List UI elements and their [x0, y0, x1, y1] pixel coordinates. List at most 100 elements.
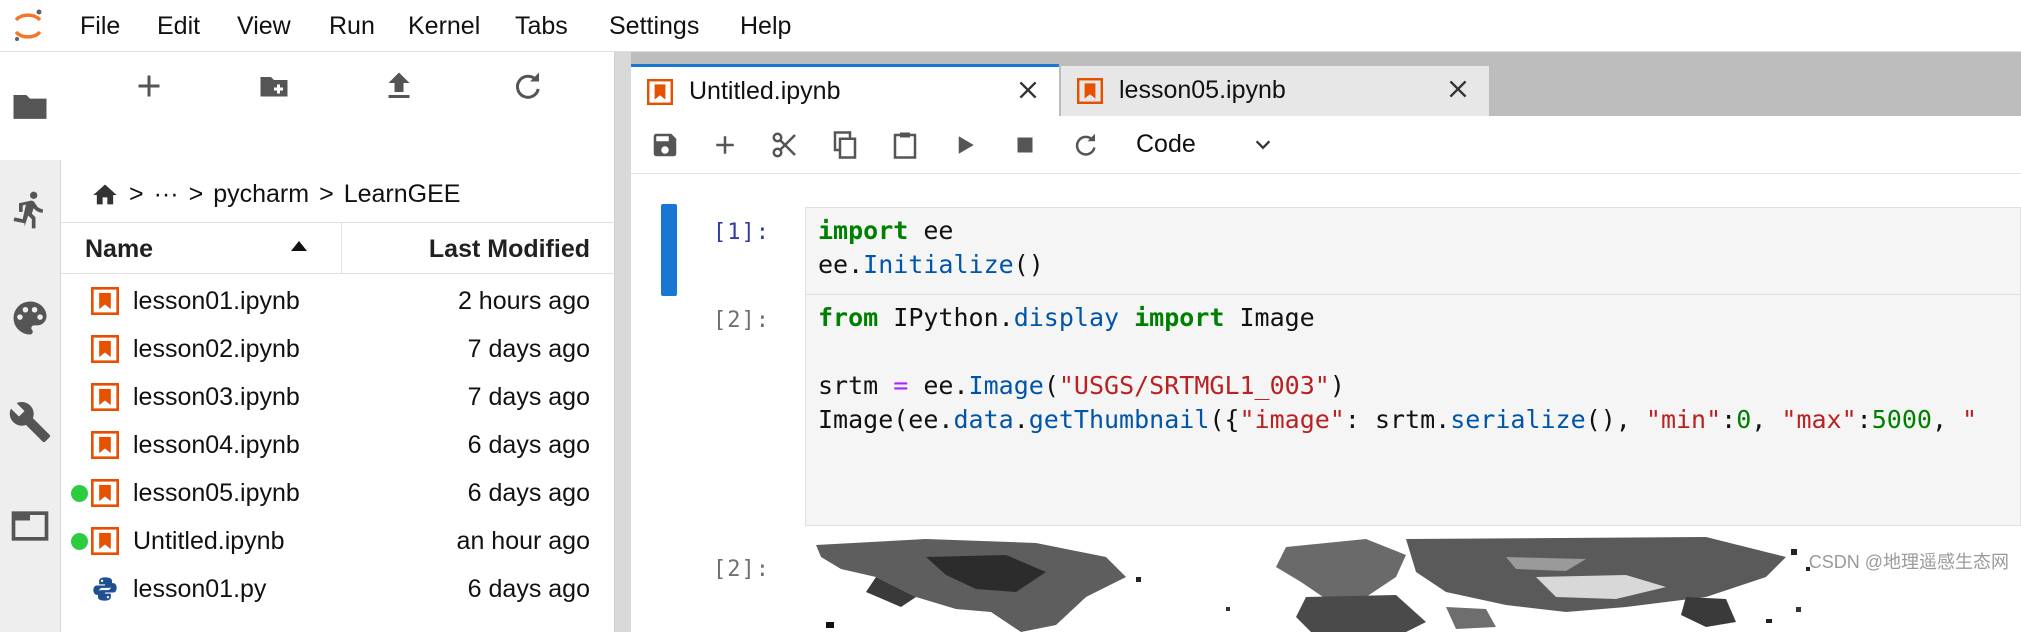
stop-icon[interactable]	[1010, 130, 1040, 160]
code-token: "USGS/SRTMGL1_003"	[1058, 371, 1330, 400]
tabs-icon[interactable]	[8, 504, 52, 548]
breadcrumb-pycharm[interactable]: pycharm	[213, 180, 309, 209]
upload-icon[interactable]	[381, 68, 417, 104]
notebook-icon	[91, 479, 119, 507]
code-token: (),	[1585, 405, 1646, 434]
paste-icon[interactable]	[890, 130, 920, 160]
cell-type-select[interactable]: Code	[1136, 128, 1286, 162]
file-browser: > ··· > pycharm > LearnGEE Name Last Mod…	[61, 52, 615, 632]
breadcrumb-learngee[interactable]: LearnGEE	[344, 180, 461, 209]
file-name: lesson02.ipynb	[133, 335, 300, 363]
running-indicator-icon	[71, 533, 88, 550]
code-token: display	[1013, 303, 1120, 332]
column-name-header[interactable]: Name	[85, 235, 153, 264]
tab-label: Untitled.ipynb	[689, 77, 841, 105]
code-cell-1[interactable]: import ee ee.Initialize()	[805, 207, 2021, 301]
file-name: lesson01.py	[133, 575, 267, 603]
menu-help[interactable]: Help	[740, 12, 791, 41]
output-prompt: [2]:	[713, 557, 770, 582]
menu-kernel[interactable]: Kernel	[408, 12, 480, 41]
column-divider[interactable]	[341, 223, 342, 273]
file-row[interactable]: lesson02.ipynb 7 days ago	[61, 325, 614, 373]
restart-icon[interactable]	[1070, 130, 1100, 160]
file-name: lesson04.ipynb	[133, 431, 300, 459]
code-token: serialize	[1450, 405, 1586, 434]
file-row[interactable]: lesson01.ipynb 2 hours ago	[61, 277, 614, 325]
menu-run[interactable]: Run	[329, 12, 375, 41]
menu-settings[interactable]: Settings	[609, 12, 699, 41]
code-token: "	[1962, 405, 1978, 434]
code-token: from	[818, 303, 879, 332]
notebook-icon	[91, 431, 119, 459]
folder-icon[interactable]	[8, 84, 52, 128]
wrench-icon[interactable]	[8, 400, 52, 444]
run-icon[interactable]	[950, 130, 980, 160]
code-token: Image	[968, 371, 1044, 400]
refresh-icon[interactable]	[509, 68, 545, 104]
save-icon[interactable]	[650, 130, 680, 160]
notebook-icon	[647, 79, 673, 105]
file-modified: 7 days ago	[467, 383, 590, 411]
code-token: 0	[1736, 405, 1752, 434]
code-token: "max"	[1781, 405, 1857, 434]
file-row[interactable]: lesson03.ipynb 7 days ago	[61, 373, 614, 421]
panel-splitter[interactable]	[615, 52, 631, 632]
running-indicator-icon	[71, 485, 88, 502]
code-token: ee	[908, 216, 954, 245]
file-row[interactable]: lesson04.ipynb 6 days ago	[61, 421, 614, 469]
file-modified: an hour ago	[456, 527, 590, 555]
file-name: lesson05.ipynb	[133, 479, 300, 507]
python-file-icon	[93, 577, 117, 601]
file-modified: 6 days ago	[467, 479, 590, 507]
menubar: File Edit View Run Kernel Tabs Settings …	[0, 0, 2021, 52]
code-token: Image	[1224, 303, 1315, 332]
code-token: ee.	[818, 250, 864, 279]
cell-type-value: Code	[1136, 130, 1196, 158]
code-token: )	[1329, 371, 1345, 400]
file-name: lesson03.ipynb	[133, 383, 300, 411]
file-row[interactable]: lesson05.ipynb 6 days ago	[61, 469, 614, 517]
close-icon[interactable]	[1445, 76, 1471, 102]
running-icon[interactable]	[8, 188, 52, 232]
menu-view[interactable]: View	[237, 12, 291, 41]
palette-icon[interactable]	[8, 296, 52, 340]
menu-file[interactable]: File	[80, 12, 120, 41]
breadcrumb-ellipsis[interactable]: ···	[154, 180, 179, 209]
notebook-icon	[91, 335, 119, 363]
notebook-icon	[91, 383, 119, 411]
column-modified-header[interactable]: Last Modified	[429, 235, 590, 264]
file-modified: 2 hours ago	[457, 287, 590, 315]
active-cell-indicator[interactable]	[661, 204, 677, 296]
activity-files-tab[interactable]	[0, 52, 61, 160]
tab-lesson05[interactable]: lesson05.ipynb	[1061, 66, 1489, 116]
chevron-down-icon	[1255, 140, 1271, 150]
tab-bar: Untitled.ipynb lesson05.ipynb	[631, 52, 2021, 116]
file-name: Untitled.ipynb	[133, 527, 285, 555]
add-cell-icon[interactable]	[710, 130, 740, 160]
home-icon[interactable]	[91, 181, 119, 209]
breadcrumb-separator: >	[129, 180, 144, 208]
code-token: import	[818, 216, 909, 245]
close-icon[interactable]	[1015, 77, 1041, 103]
main-area: Untitled.ipynb lesson05.ipynb Code [1]: …	[631, 52, 2021, 632]
code-token: 5000	[1871, 405, 1932, 434]
code-token: "min"	[1645, 405, 1722, 434]
new-launcher-icon[interactable]	[131, 68, 167, 104]
copy-icon[interactable]	[830, 130, 860, 160]
menu-tabs[interactable]: Tabs	[515, 12, 568, 41]
file-modified: 6 days ago	[467, 431, 590, 459]
watermark: CSDN @地理遥感生态网	[1808, 552, 2009, 572]
code-token: ({	[1209, 405, 1240, 434]
file-row[interactable]: lesson01.py 6 days ago	[61, 565, 614, 613]
tab-untitled[interactable]: Untitled.ipynb	[631, 64, 1059, 116]
menu-edit[interactable]: Edit	[157, 12, 200, 41]
code-cell-2[interactable]: from IPython.display import Image srtm =…	[805, 294, 2021, 526]
new-folder-icon[interactable]	[256, 68, 292, 104]
code-token: ee.	[908, 371, 969, 400]
cut-icon[interactable]	[770, 130, 800, 160]
cell-prompt: [1]:	[713, 220, 770, 245]
notebook-icon	[91, 527, 119, 555]
code-token: .	[1013, 405, 1029, 434]
sort-ascending-icon[interactable]	[291, 241, 307, 251]
file-row[interactable]: Untitled.ipynb an hour ago	[61, 517, 614, 565]
